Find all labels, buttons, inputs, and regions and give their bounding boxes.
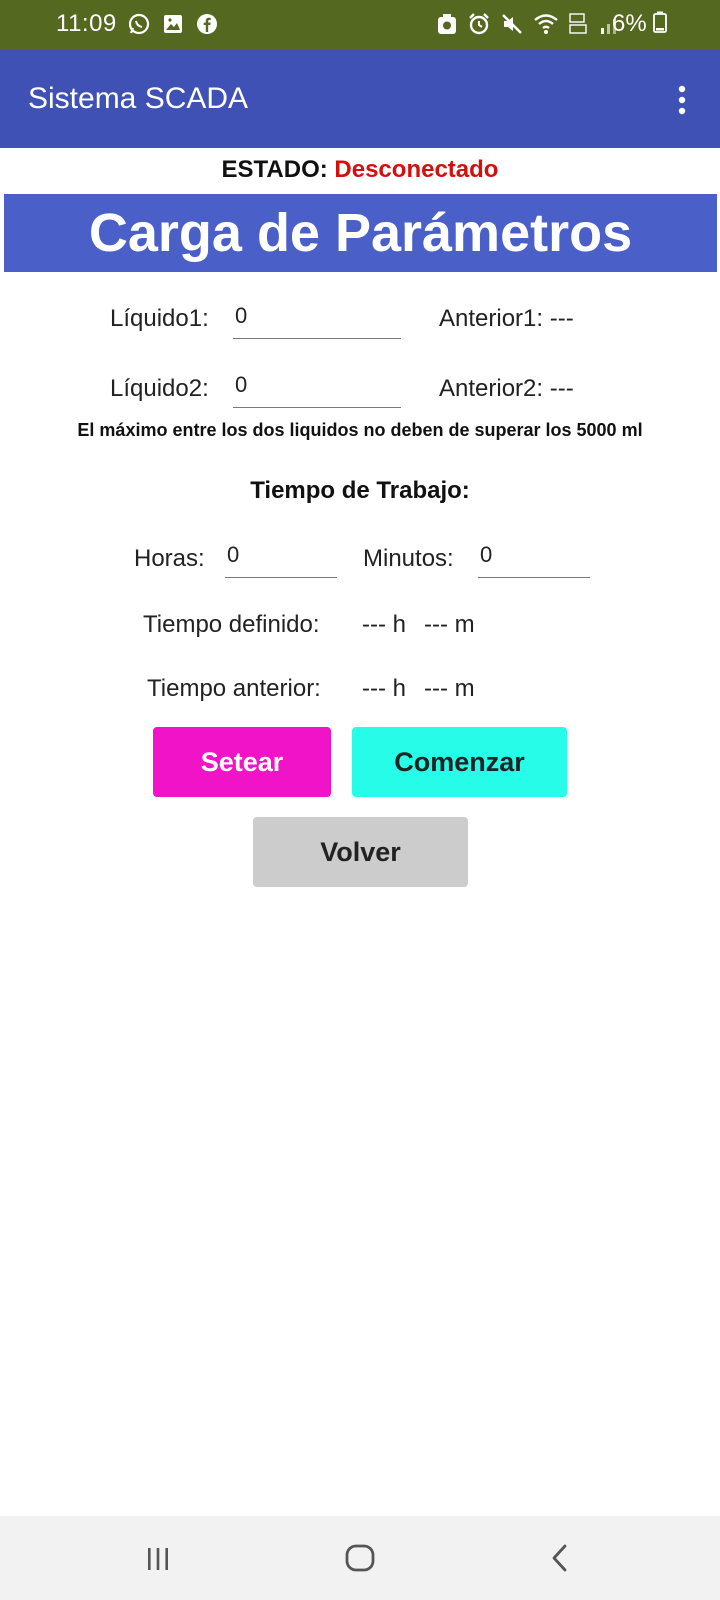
app-bar: Sistema SCADA — [0, 50, 720, 148]
hours-label: Horas: — [134, 545, 205, 572]
anterior1-value: Anterior1: --- — [439, 305, 574, 332]
status-time: 11:09 — [56, 10, 117, 37]
work-time-title: Tiempo de Trabajo: — [250, 477, 470, 504]
data-saver-icon — [438, 14, 456, 34]
previous-time-hours: --- h — [362, 675, 406, 702]
liquido2-label: Líquido2: — [110, 375, 209, 402]
whatsapp-icon — [128, 13, 150, 35]
anterior2-value: Anterior2: --- — [439, 375, 574, 402]
alarm-icon — [469, 13, 489, 35]
battery-level: 6% — [612, 10, 668, 38]
gallery-icon — [164, 15, 182, 33]
back-icon[interactable] — [541, 1538, 581, 1578]
battery-icon — [653, 11, 668, 33]
wifi-icon — [534, 14, 558, 34]
status-bar: 11:09 6% — [0, 0, 720, 50]
liquido1-label: Líquido1: — [110, 305, 209, 332]
notification-icons — [127, 12, 219, 36]
app-title: Sistema SCADA — [28, 82, 249, 115]
more-vert-icon[interactable] — [670, 84, 694, 116]
comenzar-button[interactable]: Comenzar — [352, 727, 567, 797]
defined-time-hours: --- h — [362, 611, 406, 638]
previous-time-label: Tiempo anterior: — [147, 675, 321, 702]
defined-time-label: Tiempo definido: — [143, 611, 320, 638]
minutes-input[interactable]: 0 — [478, 542, 590, 578]
volte-icon — [569, 13, 587, 34]
setear-button[interactable]: Setear — [153, 727, 331, 797]
liquido2-input[interactable]: 0 — [233, 372, 401, 408]
facebook-icon — [197, 14, 217, 34]
page-title: Carga de Parámetros — [4, 194, 717, 272]
system-icons — [436, 12, 621, 36]
navigation-bar — [0, 1516, 720, 1600]
hours-input[interactable]: 0 — [225, 542, 337, 578]
liquido1-input[interactable]: 0 — [233, 303, 401, 339]
connection-status: ESTADO: Desconectado — [0, 156, 720, 184]
max-volume-note: El máximo entre los dos liquidos no debe… — [77, 420, 643, 440]
recent-apps-icon[interactable] — [138, 1538, 178, 1578]
defined-time-minutes: --- m — [424, 611, 475, 638]
previous-time-minutes: --- m — [424, 675, 475, 702]
home-icon[interactable] — [340, 1538, 380, 1578]
minutes-label: Minutos: — [363, 545, 454, 572]
status-value: Desconectado — [334, 156, 499, 183]
status-label: ESTADO: — [221, 156, 328, 183]
mute-icon — [502, 14, 522, 34]
volver-button[interactable]: Volver — [253, 817, 468, 887]
